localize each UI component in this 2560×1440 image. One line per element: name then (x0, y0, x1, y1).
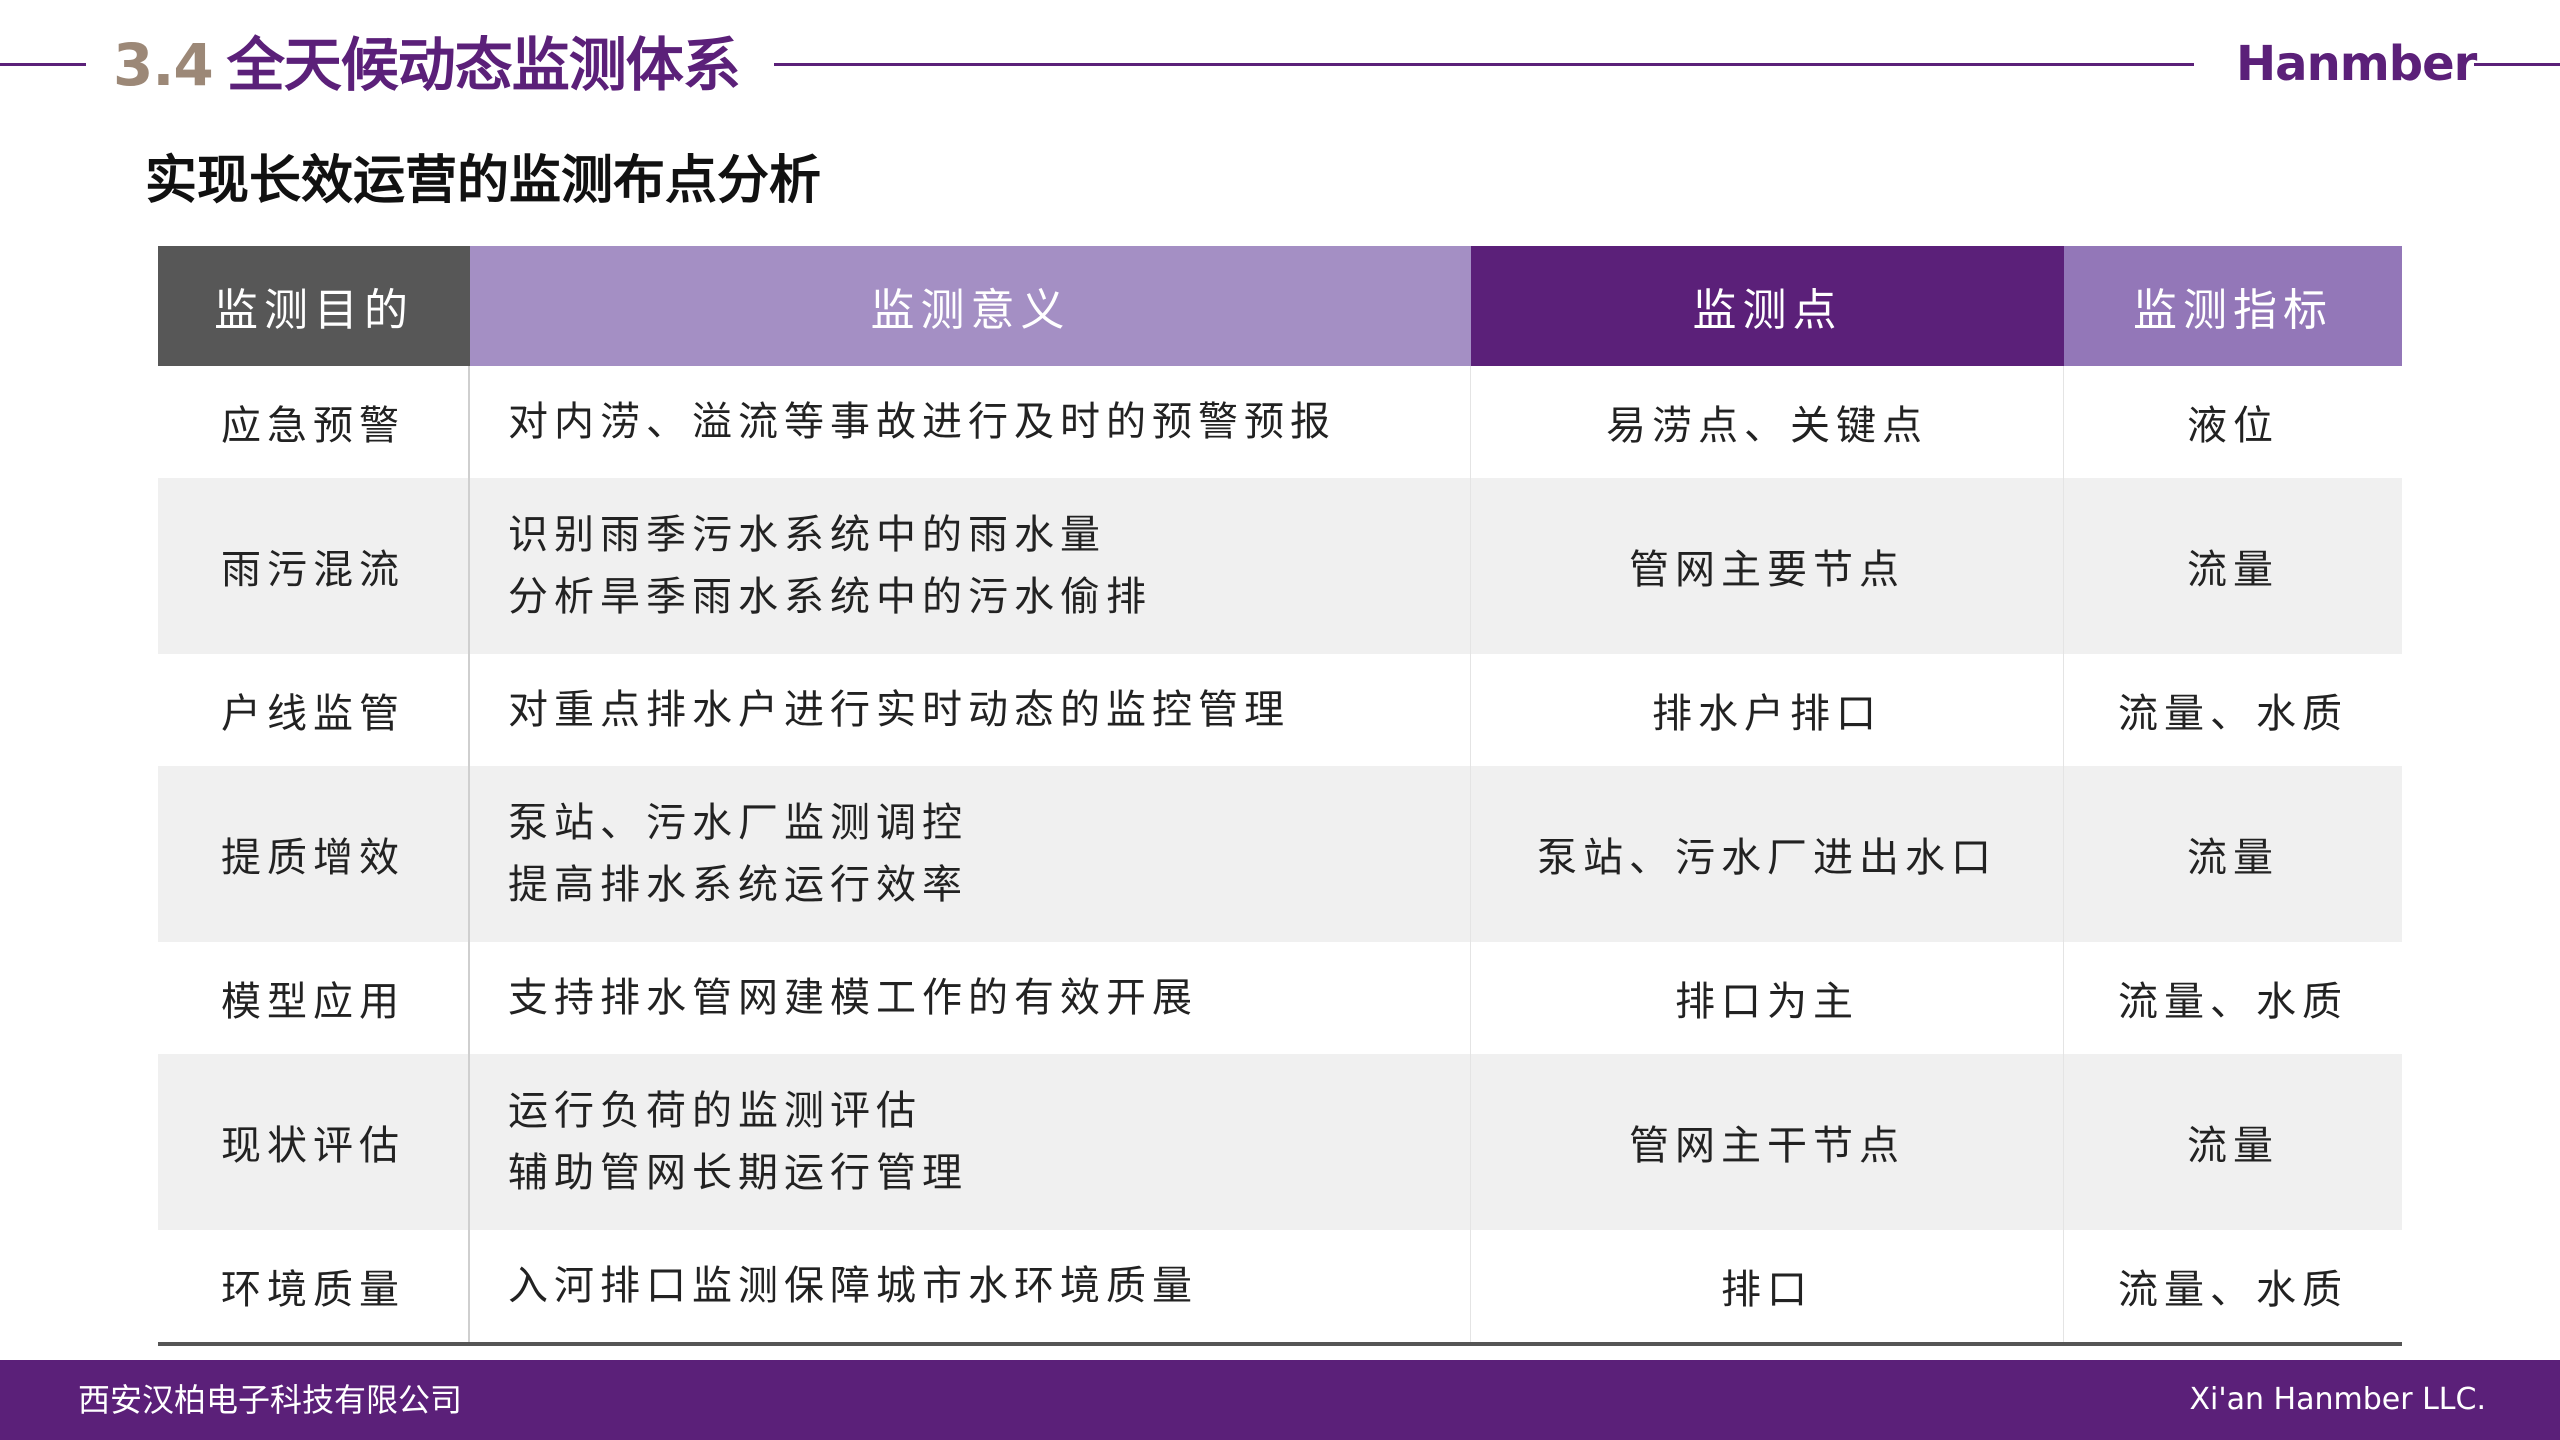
cell-indicator: 流量 (2187, 1123, 2279, 1169)
cell-point: 易涝点、关键点 (1471, 366, 2064, 478)
cell-indicator: 流量、水质 (2118, 979, 2348, 1025)
footer-company-cn: 西安汉柏电子科技有限公司 (78, 1381, 463, 1419)
column-header-purpose: 监测目的 (158, 246, 470, 366)
cell-indicator: 流量、水质 (2118, 1267, 2348, 1313)
section-number: 3.4 (113, 31, 214, 99)
meaning-line: 对重点排水户进行实时动态的监控管理 (508, 687, 1290, 733)
meaning-lines: 泵站、污水厂监测调控 提高排水系统运行效率 (508, 792, 968, 916)
meaning-lines: 对重点排水户进行实时动态的监控管理 (508, 679, 1290, 741)
table-row: 模型应用 支持排水管网建模工作的有效开展 排口为主 流量、水质 (158, 942, 2402, 1054)
header-rule-left (0, 63, 86, 66)
cell-point: 管网主要节点 (1471, 478, 2064, 654)
cell-purpose: 提质增效 (158, 766, 470, 942)
table-row: 现状评估 运行负荷的监测评估 辅助管网长期运行管理 管网主干节点 流量 (158, 1054, 2402, 1230)
cell-meaning: 对内涝、溢流等事故进行及时的预警预报 (470, 366, 1471, 478)
table-row: 提质增效 泵站、污水厂监测调控 提高排水系统运行效率 泵站、污水厂进出水口 流量 (158, 766, 2402, 942)
page-title: 3.4 全天候动态监测体系 (113, 26, 741, 104)
footer-bar: 西安汉柏电子科技有限公司 Xi'an Hanmber LLC. (0, 1360, 2560, 1440)
cell-meaning: 入河排口监测保障城市水环境质量 (470, 1230, 1471, 1342)
cell-meaning: 支持排水管网建模工作的有效开展 (470, 942, 1471, 1054)
cell-point: 泵站、污水厂进出水口 (1471, 766, 2064, 942)
table-body: 应急预警 对内涝、溢流等事故进行及时的预警预报 易涝点、关键点 液位雨污混流 识别雨季污… (158, 366, 2402, 1342)
meaning-line: 泵站、污水厂监测调控 (508, 800, 968, 846)
brand-logo: Hanmber (2236, 36, 2477, 92)
meaning-line: 识别雨季污水系统中的雨水量 (508, 512, 1106, 558)
header-rule-right (2474, 63, 2560, 66)
meaning-line: 提高排水系统运行效率 (508, 862, 968, 908)
cell-indicator: 流量 (2187, 547, 2279, 593)
meaning-lines: 识别雨季污水系统中的雨水量 分析旱季雨水系统中的污水偷排 (508, 504, 1152, 628)
table-row: 雨污混流 识别雨季污水系统中的雨水量 分析旱季雨水系统中的污水偷排 管网主要节点 流量 (158, 478, 2402, 654)
cell-purpose: 雨污混流 (158, 478, 470, 654)
meaning-line: 运行负荷的监测评估 (508, 1088, 922, 1134)
table-header-row: 监测目的 监测意义 监测点 监测指标 (158, 246, 2402, 366)
cell-point: 排口 (1471, 1230, 2064, 1342)
column-header-meaning: 监测意义 (470, 246, 1471, 366)
column-header-indicator: 监测指标 (2064, 246, 2402, 366)
table-row: 户线监管 对重点排水户进行实时动态的监控管理 排水户排口 流量、水质 (158, 654, 2402, 766)
cell-purpose: 应急预警 (158, 366, 470, 478)
meaning-lines: 入河排口监测保障城市水环境质量 (508, 1255, 1198, 1317)
section-title: 全天候动态监测体系 (226, 31, 741, 99)
meaning-line: 对内涝、溢流等事故进行及时的预警预报 (508, 399, 1336, 445)
meaning-line: 辅助管网长期运行管理 (508, 1150, 968, 1196)
meaning-lines: 对内涝、溢流等事故进行及时的预警预报 (508, 391, 1336, 453)
meaning-line: 入河排口监测保障城市水环境质量 (508, 1263, 1198, 1309)
header-rule-middle (774, 63, 2194, 66)
cell-purpose: 模型应用 (158, 942, 470, 1054)
cell-meaning: 对重点排水户进行实时动态的监控管理 (470, 654, 1471, 766)
table-row: 应急预警 对内涝、溢流等事故进行及时的预警预报 易涝点、关键点 液位 (158, 366, 2402, 478)
cell-purpose: 现状评估 (158, 1054, 470, 1230)
monitoring-table: 监测目的 监测意义 监测点 监测指标 应急预警 对内涝、溢流等事故进行及时的预警预… (158, 246, 2402, 1346)
cell-point: 排口为主 (1471, 942, 2064, 1054)
cell-indicator: 液位 (2187, 403, 2279, 449)
footer-company-en: Xi'an Hanmber LLC. (2189, 1382, 2486, 1417)
meaning-lines: 运行负荷的监测评估 辅助管网长期运行管理 (508, 1080, 968, 1204)
column-header-point: 监测点 (1471, 246, 2064, 366)
cell-meaning: 识别雨季污水系统中的雨水量 分析旱季雨水系统中的污水偷排 (470, 478, 1471, 654)
cell-meaning: 运行负荷的监测评估 辅助管网长期运行管理 (470, 1054, 1471, 1230)
cell-point: 排水户排口 (1471, 654, 2064, 766)
meaning-line: 分析旱季雨水系统中的污水偷排 (508, 574, 1152, 620)
meaning-line: 支持排水管网建模工作的有效开展 (508, 975, 1198, 1021)
cell-point: 管网主干节点 (1471, 1054, 2064, 1230)
cell-purpose: 户线监管 (158, 654, 470, 766)
table-row: 环境质量 入河排口监测保障城市水环境质量 排口 流量、水质 (158, 1230, 2402, 1342)
cell-purpose: 环境质量 (158, 1230, 470, 1342)
meaning-lines: 支持排水管网建模工作的有效开展 (508, 967, 1198, 1029)
slide-subtitle: 实现长效运营的监测布点分析 (145, 151, 822, 211)
cell-indicator: 流量、水质 (2118, 691, 2348, 737)
cell-indicator: 流量 (2187, 835, 2279, 881)
cell-meaning: 泵站、污水厂监测调控 提高排水系统运行效率 (470, 766, 1471, 942)
